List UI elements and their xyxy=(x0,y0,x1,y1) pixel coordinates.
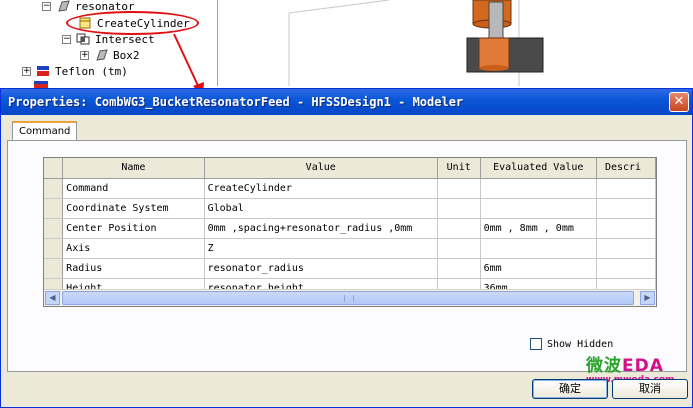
tree-item-box2[interactable]: + Box2 xyxy=(80,47,140,63)
expand-icon[interactable]: + xyxy=(22,66,31,76)
arrow-right-icon: ▶ xyxy=(644,293,651,302)
cell-unit[interactable] xyxy=(437,178,481,199)
ok-button[interactable]: 确定 xyxy=(532,379,608,399)
cell-evaluated-value xyxy=(480,238,597,259)
model-wireframe xyxy=(288,0,544,86)
collapse-icon[interactable]: − xyxy=(62,34,71,44)
horizontal-scrollbar[interactable]: ◀ ▶ xyxy=(44,289,656,306)
cell-value[interactable]: resonator_radius xyxy=(204,258,438,279)
properties-grid: Name Value Unit Evaluated Value Descri C… xyxy=(43,157,657,307)
cell-name: Command xyxy=(62,178,205,199)
table-row[interactable]: Coordinate System Global xyxy=(44,198,656,219)
cell-unit[interactable] xyxy=(437,258,481,279)
cell-name: Axis xyxy=(62,238,205,259)
cell-unit[interactable] xyxy=(437,198,481,219)
dialog-title: Properties: CombWG3_BucketResonatorFeed … xyxy=(8,95,464,109)
intersect-icon xyxy=(76,33,90,45)
tree-item-intersect[interactable]: − Intersect xyxy=(62,31,155,47)
column-header-name[interactable]: Name xyxy=(62,158,205,179)
scroll-right-button[interactable]: ▶ xyxy=(640,291,655,305)
cell-description[interactable] xyxy=(596,258,656,279)
solid-object-icon xyxy=(58,0,70,12)
row-header[interactable] xyxy=(44,198,64,219)
row-header[interactable] xyxy=(44,218,64,239)
table-row[interactable]: Radius resonator_radius 6mm xyxy=(44,258,656,279)
grid-corner xyxy=(44,158,64,179)
row-header[interactable] xyxy=(44,178,64,199)
close-button[interactable]: ✕ xyxy=(669,92,689,112)
tree-item-label: Teflon (tm) xyxy=(55,64,128,78)
column-header-unit[interactable]: Unit xyxy=(437,158,481,179)
material-icon xyxy=(37,66,49,76)
cell-evaluated-value: 0mm , 8mm , 0mm xyxy=(480,218,597,239)
tree-item-label: Box2 xyxy=(113,48,140,62)
modeler-3d-view[interactable] xyxy=(219,0,693,86)
cell-evaluated-value xyxy=(480,198,597,219)
project-tree: − resonator CreateCylinder − Intersect +… xyxy=(0,0,218,88)
row-header[interactable] xyxy=(44,258,64,279)
tab-command[interactable]: Command xyxy=(12,121,78,141)
scrollbar-thumb[interactable] xyxy=(62,291,634,305)
column-header-description[interactable]: Descri xyxy=(596,158,656,179)
show-hidden-toggle[interactable]: Show Hidden xyxy=(530,338,613,350)
material-icon xyxy=(34,81,48,88)
cell-evaluated-value xyxy=(480,178,597,199)
expand-icon[interactable]: + xyxy=(80,50,89,60)
dialog-titlebar[interactable]: Properties: CombWG3_BucketResonatorFeed … xyxy=(1,89,692,115)
cylinder-model xyxy=(466,0,544,73)
table-row[interactable]: Axis Z xyxy=(44,238,656,259)
solid-object-icon xyxy=(96,49,108,61)
cancel-button[interactable]: 取消 xyxy=(612,379,688,399)
arrow-left-icon: ◀ xyxy=(49,293,56,302)
cell-value[interactable]: CreateCylinder xyxy=(204,178,438,199)
cell-evaluated-value: 6mm xyxy=(480,258,597,279)
row-header[interactable] xyxy=(44,238,64,259)
cell-name: Center Position xyxy=(62,218,205,239)
cell-name: Radius xyxy=(62,258,205,279)
screenshot-root: − resonator CreateCylinder − Intersect +… xyxy=(0,0,693,408)
watermark-brand-prefix: 微波 xyxy=(586,356,622,376)
cell-description[interactable] xyxy=(596,198,656,219)
collapse-icon[interactable]: − xyxy=(42,1,51,11)
table-row[interactable]: Center Position 0mm ,spacing+resonator_r… xyxy=(44,218,656,239)
close-icon: ✕ xyxy=(673,94,685,109)
cell-name: Coordinate System xyxy=(62,198,205,219)
column-header-evaluated-value[interactable]: Evaluated Value xyxy=(480,158,597,179)
tree-item-label: Intersect xyxy=(95,32,155,46)
column-header-value[interactable]: Value xyxy=(204,158,438,179)
cell-description[interactable] xyxy=(596,178,656,199)
watermark-brand-suffix: EDA xyxy=(622,356,664,376)
show-hidden-checkbox[interactable] xyxy=(530,338,542,350)
grip-icon xyxy=(344,295,354,302)
tree-item-teflon[interactable]: + Teflon (tm) xyxy=(22,63,128,79)
scroll-left-button[interactable]: ◀ xyxy=(45,291,60,305)
tab-panel-command: Name Value Unit Evaluated Value Descri C… xyxy=(7,140,687,372)
cell-value[interactable]: 0mm ,spacing+resonator_radius ,0mm xyxy=(204,218,438,239)
properties-dialog: Properties: CombWG3_BucketResonatorFeed … xyxy=(0,88,693,408)
grid-header-row: Name Value Unit Evaluated Value Descri xyxy=(44,158,656,179)
show-hidden-label: Show Hidden xyxy=(547,338,614,350)
cell-description[interactable] xyxy=(596,238,656,259)
cell-unit[interactable] xyxy=(437,218,481,239)
cell-value[interactable]: Z xyxy=(204,238,438,259)
table-row[interactable]: Command CreateCylinder xyxy=(44,178,656,199)
cell-unit[interactable] xyxy=(437,238,481,259)
cell-value[interactable]: Global xyxy=(204,198,438,219)
cell-description[interactable] xyxy=(596,218,656,239)
watermark-brand: 微波EDA xyxy=(586,351,674,376)
